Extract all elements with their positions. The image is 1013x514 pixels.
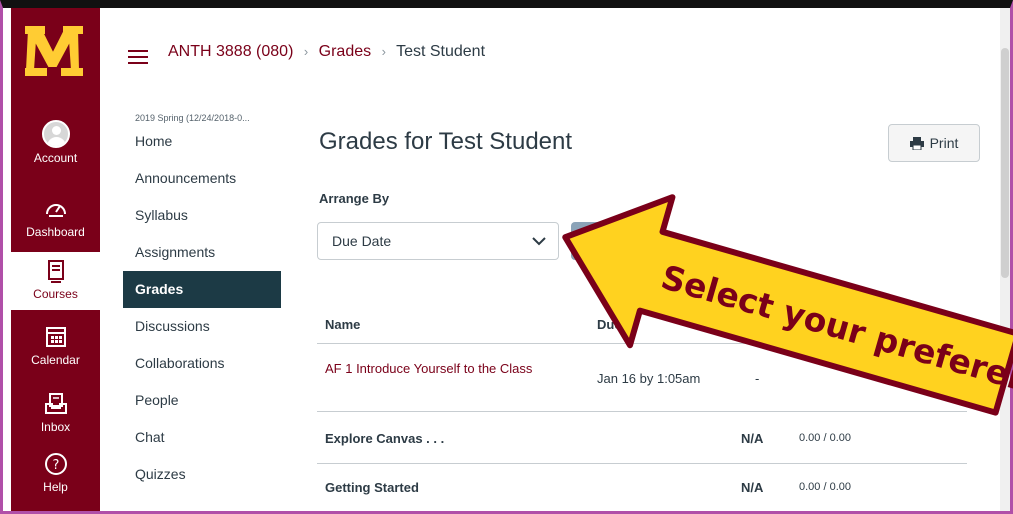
inbox-icon	[44, 393, 67, 414]
group-points: 0.00 / 0.00	[799, 481, 851, 493]
due-date: Jan 16 by 1:05am	[597, 371, 701, 386]
help-icon: ?	[44, 453, 67, 475]
course-term: 2019 Spring (12/24/2018-0...	[135, 113, 250, 123]
dashboard-gauge-icon	[45, 204, 66, 217]
global-nav-label: Inbox	[40, 420, 71, 434]
course-nav-announcements[interactable]: Announcements	[123, 160, 283, 197]
page-header: ANTH 3888 (080) › Grades › Test Student	[100, 8, 1010, 108]
score: -	[755, 371, 760, 386]
arrange-by-value: Due Date	[332, 233, 392, 249]
hamburger-menu-icon[interactable]	[128, 50, 148, 64]
course-nav-grades[interactable]: Grades	[123, 271, 281, 308]
group-score: N/A	[741, 480, 764, 495]
print-button[interactable]: Print	[888, 124, 980, 162]
global-nav-inbox[interactable]: Inbox	[11, 391, 100, 434]
breadcrumb-grades-link[interactable]: Grades	[319, 43, 371, 60]
global-nav-label: Help	[43, 480, 68, 494]
row-divider	[317, 411, 967, 412]
global-nav-calendar[interactable]: Calendar	[11, 324, 100, 367]
course-nav-collaborations[interactable]: Collaborations	[123, 345, 283, 382]
global-nav-help[interactable]: ? Help	[11, 451, 100, 494]
global-nav-label: Calendar	[31, 353, 80, 367]
global-nav-label: Dashboard	[26, 225, 85, 239]
group-score: N/A	[741, 431, 764, 446]
scrollbar[interactable]	[1000, 8, 1010, 511]
breadcrumb-separator-icon: ›	[303, 44, 309, 59]
page-title: Grades for Test Student	[319, 128, 573, 155]
apply-button[interactable]: Apply	[571, 222, 639, 260]
course-nav-chat[interactable]: Chat	[123, 419, 283, 456]
group-points: 0.00 / 0.00	[799, 432, 851, 444]
university-logo[interactable]	[25, 18, 87, 80]
header-divider	[317, 343, 981, 344]
course-nav-discussions[interactable]: Discussions	[123, 308, 283, 345]
print-label: Print	[929, 135, 959, 151]
global-nav: Account Dashboard Courses Calendar Inbox…	[11, 8, 100, 511]
arrange-by-label: Arrange By	[319, 191, 390, 206]
courses-book-icon	[47, 260, 64, 283]
svg-text:?: ?	[52, 458, 59, 473]
global-nav-courses[interactable]: Courses	[11, 252, 100, 310]
calendar-icon	[45, 327, 66, 347]
arrange-by-select[interactable]: Due Date	[317, 222, 559, 260]
scrollbar-thumb[interactable]	[1001, 48, 1009, 278]
breadcrumb-current: Test Student	[396, 43, 486, 60]
course-nav-syllabus[interactable]: Syllabus	[123, 197, 283, 234]
assignment-group-name: Explore Canvas . . .	[325, 431, 445, 446]
breadcrumb-course-link[interactable]: ANTH 3888 (080)	[168, 43, 293, 60]
course-nav: 2019 Spring (12/24/2018-0... Home Announ…	[123, 113, 283, 493]
global-nav-dashboard[interactable]: Dashboard	[11, 196, 100, 239]
row-divider	[317, 463, 967, 464]
course-nav-quizzes[interactable]: Quizzes	[123, 456, 283, 493]
row-divider	[317, 511, 967, 512]
app-window: Account Dashboard Courses Calendar Inbox…	[0, 0, 1013, 514]
assignment-group-name: Getting Started	[325, 480, 419, 495]
printer-icon	[909, 136, 924, 150]
course-nav-assignments[interactable]: Assignments	[123, 234, 283, 271]
course-nav-home[interactable]: Home	[123, 123, 283, 160]
global-nav-account[interactable]: Account	[11, 120, 100, 165]
course-nav-people[interactable]: People	[123, 382, 283, 419]
breadcrumb: ANTH 3888 (080) › Grades › Test Student	[168, 43, 485, 61]
breadcrumb-separator-icon: ›	[381, 44, 386, 59]
global-nav-label: Account	[33, 151, 78, 165]
chevron-down-icon	[532, 237, 546, 246]
account-avatar-icon	[41, 120, 70, 148]
global-nav-label: Courses	[33, 287, 78, 301]
column-header-name[interactable]: Name	[325, 317, 360, 332]
assignment-link[interactable]: AF 1 Introduce Yourself to the Class	[325, 361, 532, 376]
column-header-due[interactable]: Due	[597, 317, 622, 332]
